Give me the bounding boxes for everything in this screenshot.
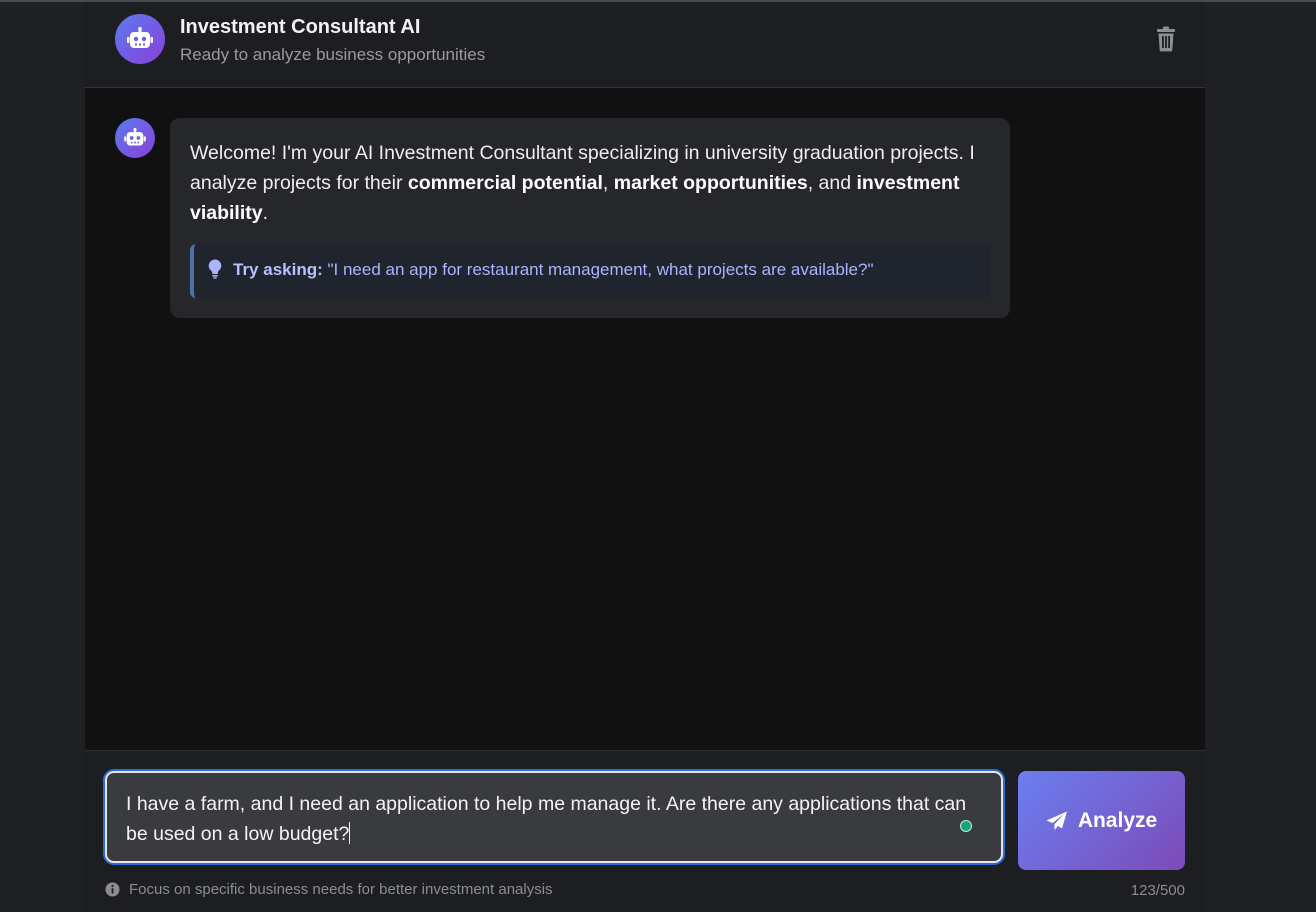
suggestion-callout: Try asking: "I need an app for restauran…	[190, 244, 990, 298]
message-input-text[interactable]: I have a farm, and I need an application…	[126, 789, 976, 849]
assistant-avatar	[115, 14, 165, 64]
clear-chat-button[interactable]	[1154, 26, 1178, 52]
assistant-message-bubble: Welcome! I'm your AI Investment Consulta…	[170, 118, 1010, 318]
highlight-market-opportunities: market opportunities	[613, 172, 808, 194]
suggestion-example: "I need an app for restaurant management…	[322, 260, 874, 279]
welcome-end: .	[262, 202, 269, 224]
welcome-separator: , and	[807, 172, 857, 194]
analyze-button[interactable]: Analyze	[1018, 771, 1185, 870]
text-caret	[349, 822, 351, 844]
highlight-commercial-potential: commercial potential	[407, 172, 603, 194]
analyze-button-label: Analyze	[1077, 808, 1158, 832]
robot-icon	[127, 27, 153, 48]
paper-plane-icon	[1046, 811, 1067, 830]
trash-icon	[1157, 26, 1175, 52]
chat-title: Investment Consultant AI	[180, 16, 421, 38]
chat-subtitle: Ready to analyze business opportunities	[180, 45, 486, 64]
character-counter: 123/500	[1130, 882, 1185, 899]
chat-app: Investment Consultant AI Ready to analyz…	[85, 2, 1205, 912]
lightbulb-icon	[208, 259, 222, 279]
welcome-separator: ,	[602, 172, 614, 194]
input-hint: Focus on specific business needs for bet…	[105, 881, 553, 898]
robot-icon	[124, 128, 146, 146]
message-input-value[interactable]: I have a farm, and I need an application…	[126, 793, 966, 845]
composer-area: I have a farm, and I need an application…	[85, 750, 1205, 912]
message-avatar	[115, 118, 155, 158]
chat-header: Investment Consultant AI Ready to analyz…	[85, 2, 1205, 88]
input-hint-text: Focus on specific business needs for bet…	[129, 881, 553, 898]
welcome-text: Welcome! I'm your AI Investment Consulta…	[190, 138, 980, 228]
info-icon	[105, 882, 120, 897]
message-input[interactable]: I have a farm, and I need an application…	[105, 771, 1003, 863]
suggestion-label: Try asking:	[233, 260, 323, 279]
grammar-status-dot[interactable]	[960, 820, 972, 832]
suggestion-text: Try asking: "I need an app for restauran…	[233, 260, 874, 280]
